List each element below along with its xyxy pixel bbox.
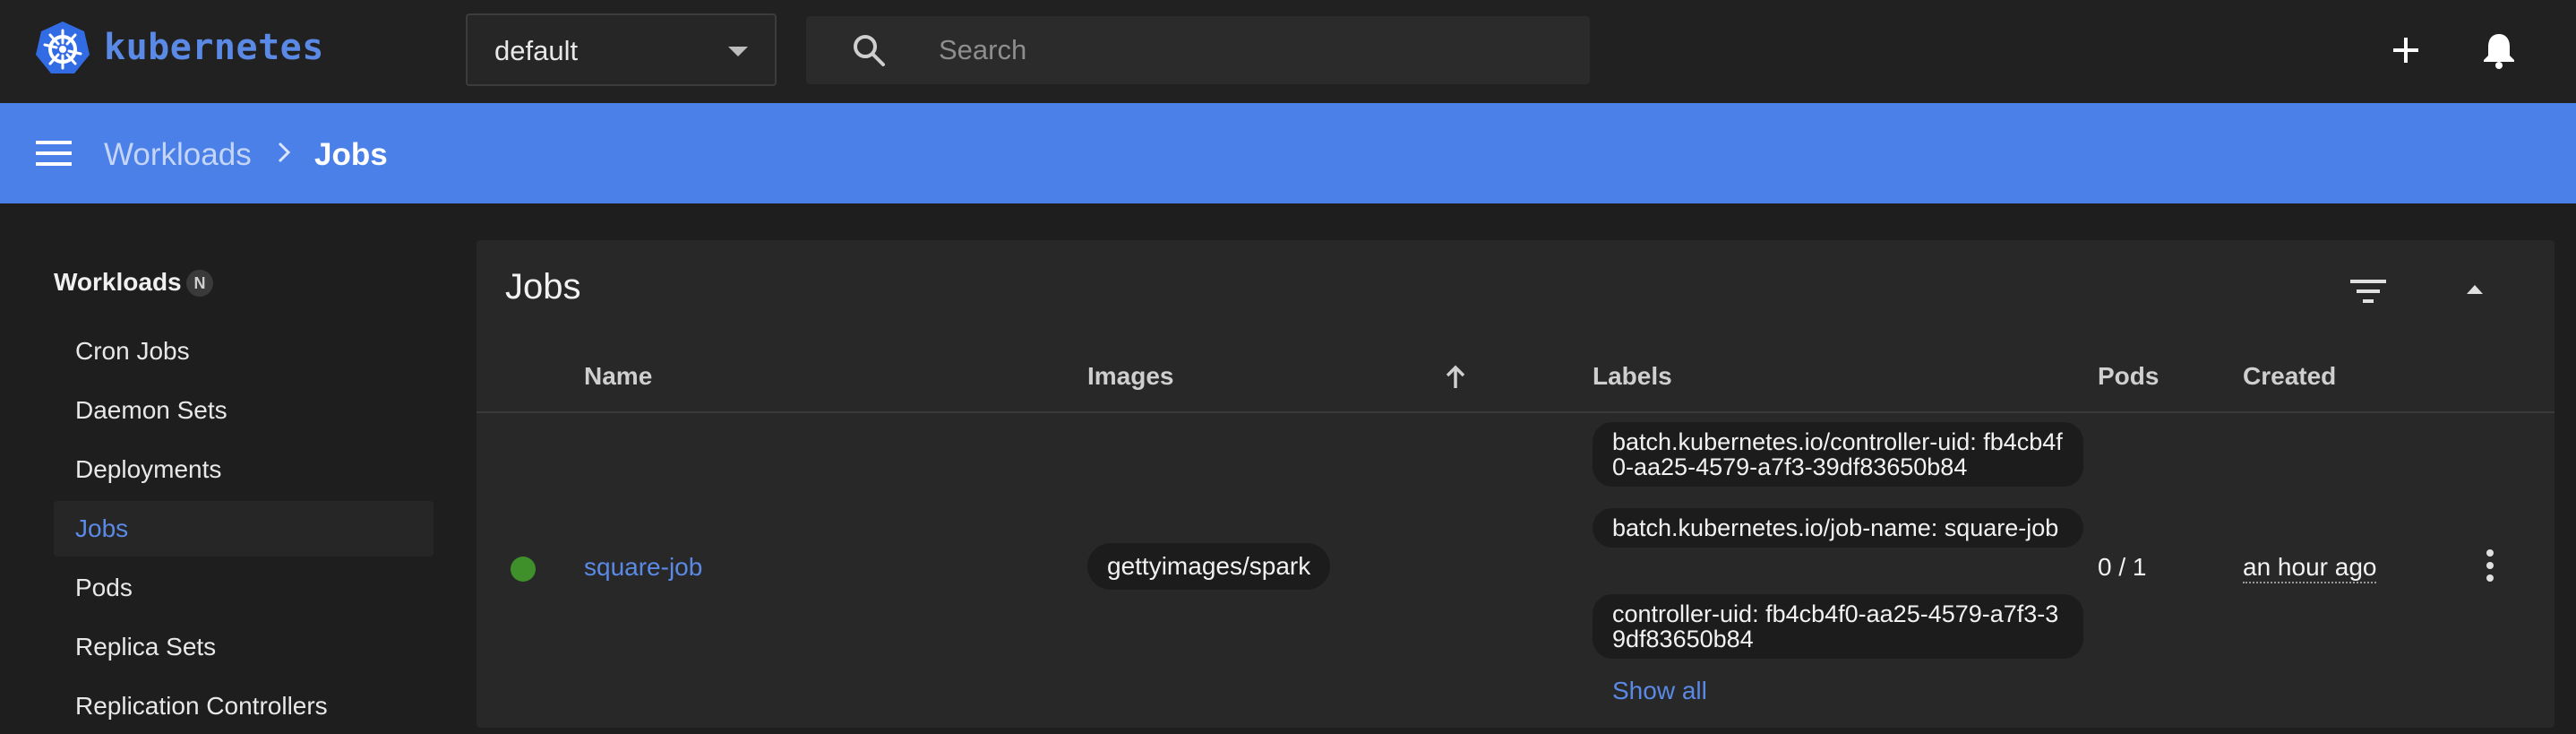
card-title: Jobs <box>505 267 581 307</box>
image-chip: gettyimages/spark <box>1087 543 1331 590</box>
search-placeholder: Search <box>939 34 1027 65</box>
sidebar-item-label: Cron Jobs <box>75 337 190 365</box>
sidebar-item-replication-controllers[interactable]: Replication Controllers <box>54 678 434 734</box>
sidebar-item-label: Replica Sets <box>75 633 217 661</box>
chevron-down-icon <box>728 47 748 56</box>
namespaced-badge: N <box>186 270 213 297</box>
chevron-right-icon <box>278 142 291 163</box>
sidebar-item-pods[interactable]: Pods <box>54 560 434 616</box>
sidebar-item-label: Deployments <box>75 455 222 483</box>
sidebar-item-daemon-sets[interactable]: Daemon Sets <box>54 383 434 438</box>
namespace-select[interactable]: default <box>466 13 777 86</box>
column-header-labels: Labels <box>1593 362 1672 390</box>
column-header-images: Images <box>1087 362 1174 390</box>
sidebar-item-label: Jobs <box>75 514 129 542</box>
plus-icon[interactable] <box>2386 30 2426 70</box>
menu-icon[interactable] <box>36 138 72 168</box>
sidebar-item-label: Replication Controllers <box>75 692 328 720</box>
status-running-icon <box>511 557 536 582</box>
collapse-arrow-icon[interactable] <box>2465 283 2485 296</box>
sidebar-item-replica-sets[interactable]: Replica Sets <box>54 619 434 675</box>
breadcrumb-workloads-link[interactable]: Workloads <box>104 137 252 173</box>
breadcrumb: Workloads Jobs <box>0 103 2576 203</box>
show-all-labels-link[interactable]: Show all <box>1612 677 1707 705</box>
bell-icon[interactable] <box>2479 30 2519 70</box>
sidebar-item-label: Pods <box>75 574 133 601</box>
sidebar-heading-workloads[interactable]: Workloads <box>54 268 182 297</box>
filter-icon[interactable] <box>2348 276 2388 307</box>
more-vert-icon[interactable] <box>2481 548 2499 583</box>
top-toolbar: kubernetes default Search <box>0 0 2576 103</box>
jobs-card: Jobs Name Images Labels Pods Created squ… <box>477 240 2555 728</box>
label-chip: batch.kubernetes.io/job-name: square-job <box>1593 508 2083 548</box>
breadcrumb-current: Jobs <box>314 137 388 172</box>
sort-arrow-up-icon[interactable] <box>1444 364 1467 391</box>
brand-name[interactable]: kubernetes <box>104 27 324 68</box>
job-name-link[interactable]: square-job <box>584 553 702 582</box>
namespace-value: default <box>494 35 579 66</box>
table-row: square-job gettyimages/spark batch.kuber… <box>477 413 2555 728</box>
label-chip: controller-uid: fb4cb4f0-aa25-4579-a7f3-… <box>1593 594 2083 659</box>
column-header-pods: Pods <box>2098 362 2160 390</box>
created-time: an hour ago <box>2243 553 2377 583</box>
column-header-name[interactable]: Name <box>584 362 652 391</box>
sidebar-item-deployments[interactable]: Deployments <box>54 442 434 497</box>
search-icon <box>854 35 885 66</box>
search-input[interactable]: Search <box>806 16 1590 84</box>
column-header-created[interactable]: Created <box>2243 362 2336 391</box>
label-chip: batch.kubernetes.io/controller-uid: fb4c… <box>1593 422 2083 487</box>
sidebar-item-label: Daemon Sets <box>75 396 228 424</box>
kubernetes-logo-icon[interactable] <box>34 20 91 77</box>
sidebar: Workloads N Cron Jobs Daemon Sets Deploy… <box>0 203 457 728</box>
sidebar-item-cron-jobs[interactable]: Cron Jobs <box>54 324 434 379</box>
sidebar-item-jobs[interactable]: Jobs <box>54 501 434 557</box>
pods-count: 0 / 1 <box>2098 553 2147 581</box>
